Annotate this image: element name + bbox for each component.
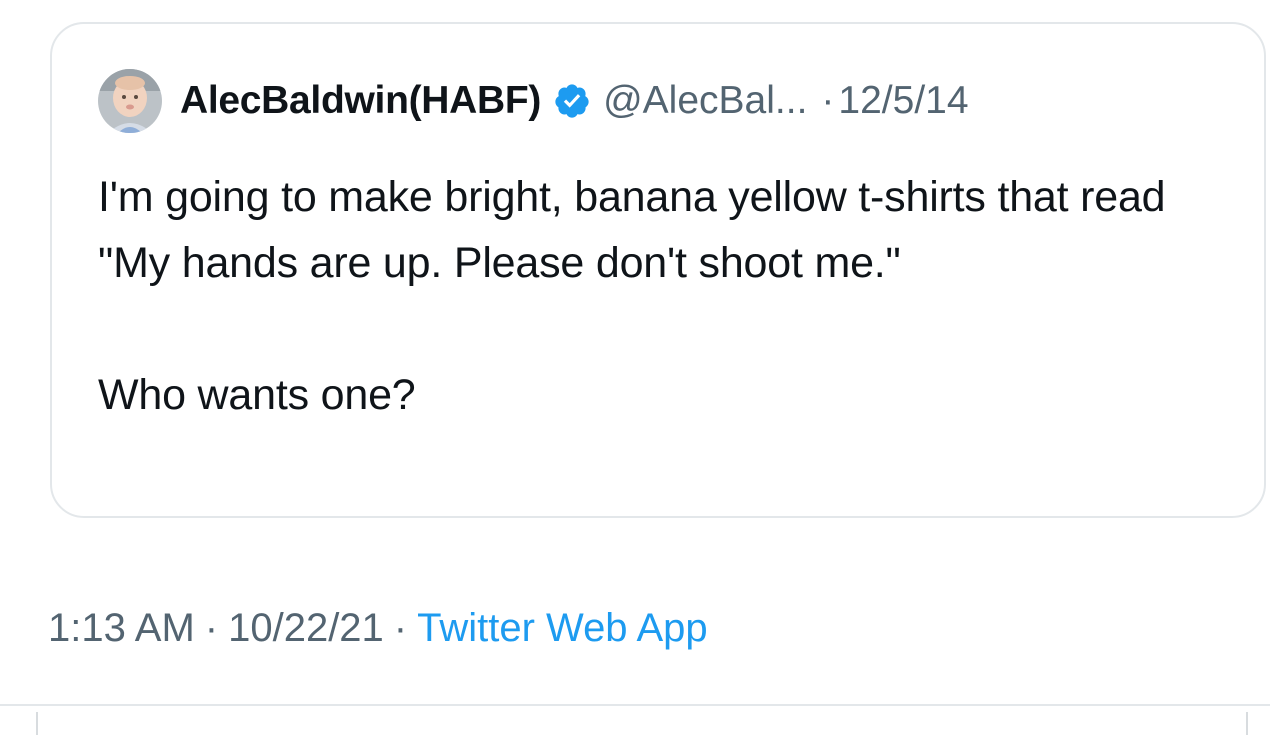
avatar[interactable] bbox=[98, 69, 162, 133]
tweet-metadata: 1:13 AM · 10/22/21 · Twitter Web App bbox=[48, 606, 708, 651]
quoted-tweet-card[interactable]: AlecBaldwin(HABF) @AlecBal... · 12/5/14 … bbox=[50, 22, 1266, 518]
tweet-text-paragraph: I'm going to make bright, banana yellow … bbox=[98, 173, 1166, 287]
tweet-text-paragraph: Who wants one? bbox=[98, 371, 416, 419]
meta-separator: · bbox=[393, 606, 408, 650]
tweet-date[interactable]: 10/22/21 bbox=[228, 606, 384, 650]
quoted-tweet-text: I'm going to make bright, banana yellow … bbox=[98, 164, 1208, 428]
verified-badge-icon bbox=[553, 82, 591, 120]
tweet-time[interactable]: 1:13 AM bbox=[48, 606, 195, 650]
meta-separator: · bbox=[204, 606, 219, 650]
handle[interactable]: @AlecBal... bbox=[603, 79, 807, 123]
header-separator: · bbox=[821, 79, 835, 122]
next-section-border bbox=[1246, 712, 1248, 735]
quoted-tweet-date[interactable]: 12/5/14 bbox=[838, 79, 968, 123]
baby-avatar-icon bbox=[98, 69, 162, 133]
next-section-border bbox=[36, 712, 38, 735]
quoted-tweet-header: AlecBaldwin(HABF) @AlecBal... · 12/5/14 bbox=[98, 68, 969, 134]
divider bbox=[0, 704, 1270, 706]
tweet-detail-page: AlecBaldwin(HABF) @AlecBal... · 12/5/14 … bbox=[0, 0, 1284, 735]
tweet-source-link[interactable]: Twitter Web App bbox=[417, 606, 708, 650]
display-name[interactable]: AlecBaldwin(HABF) bbox=[180, 79, 541, 123]
